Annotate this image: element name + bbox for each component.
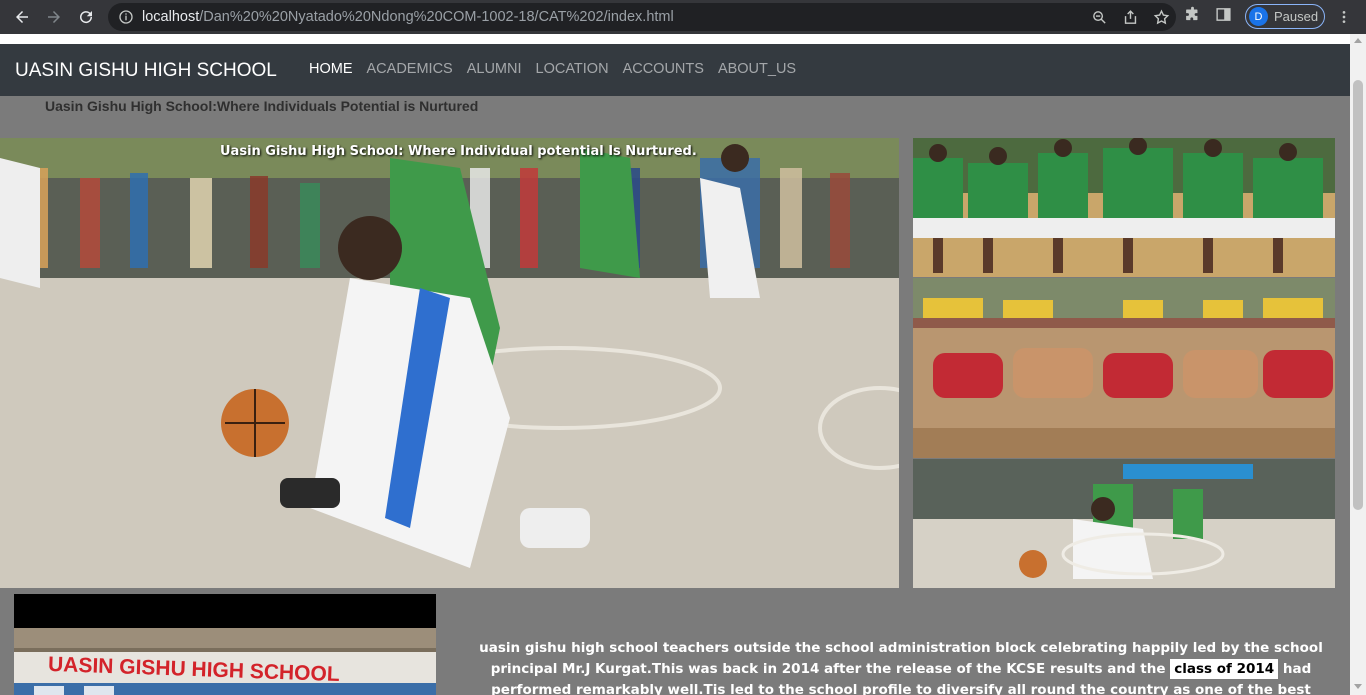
scrollbar-thumb[interactable] <box>1353 80 1363 510</box>
hero-basketball-image: Uasin Gishu High School: Where Individua… <box>0 138 899 588</box>
page-viewport: UASIN GISHU HIGH SCHOOL HOME ACADEMICS A… <box>0 34 1350 695</box>
site-brand[interactable]: UASIN GISHU HIGH SCHOOL <box>15 60 277 82</box>
profile-button[interactable]: D Paused <box>1245 4 1325 29</box>
class-of-2014-highlight: class of 2014 <box>1170 659 1279 679</box>
star-icon[interactable] <box>1153 8 1170 26</box>
browser-toolbar: localhost/Dan%20%20Nyatado%20Ndong%20COM… <box>0 0 1366 34</box>
nav-academics[interactable]: ACADEMICS <box>360 61 460 77</box>
scroll-up-arrow-icon[interactable] <box>1354 38 1362 43</box>
nav-about-us[interactable]: ABOUT_US <box>711 61 803 77</box>
sidepanel-icon[interactable] <box>1215 6 1232 28</box>
side-image-basketball <box>913 459 1335 588</box>
side-image-rugby-scrum <box>913 278 1335 458</box>
page-scrollbar[interactable] <box>1350 34 1366 695</box>
zoom-icon[interactable] <box>1091 9 1108 26</box>
nav-alumni[interactable]: ALUMNI <box>460 61 529 77</box>
nav-home[interactable]: HOME <box>302 61 360 77</box>
forward-arrow-icon[interactable] <box>38 0 70 34</box>
kebab-menu-icon[interactable] <box>1336 8 1352 31</box>
url-text[interactable]: localhost/Dan%20%20Nyatado%20Ndong%20COM… <box>142 9 674 25</box>
top-strip <box>0 34 1350 44</box>
black-banner <box>14 594 436 628</box>
nav-location[interactable]: LOCATION <box>529 61 616 77</box>
site-navbar: UASIN GISHU HIGH SCHOOL HOME ACADEMICS A… <box>0 44 1350 96</box>
description-text: uasin gishu high school teachers outside… <box>452 638 1350 695</box>
hero-caption: Uasin Gishu High School: Where Individua… <box>220 144 697 159</box>
avatar: D <box>1249 7 1268 26</box>
extensions-icon[interactable] <box>1184 6 1201 28</box>
profile-status: Paused <box>1274 9 1319 24</box>
main-menu: HOME ACADEMICS ALUMNI LOCATION ACCOUNTS … <box>302 61 803 77</box>
scroll-down-arrow-icon[interactable] <box>1354 684 1362 689</box>
address-bar[interactable]: localhost/Dan%20%20Nyatado%20Ndong%20COM… <box>108 3 1176 31</box>
reload-icon[interactable] <box>70 0 102 34</box>
back-arrow-icon[interactable] <box>6 0 38 34</box>
info-icon[interactable] <box>118 9 134 25</box>
side-image-rugby-team <box>913 138 1335 277</box>
nav-accounts[interactable]: ACCOUNTS <box>616 61 711 77</box>
page-tagline: Uasin Gishu High School:Where Individual… <box>45 98 479 114</box>
share-icon[interactable] <box>1122 9 1139 26</box>
school-building-image: UASIN GISHU HIGH SCHOOL <box>14 628 436 695</box>
